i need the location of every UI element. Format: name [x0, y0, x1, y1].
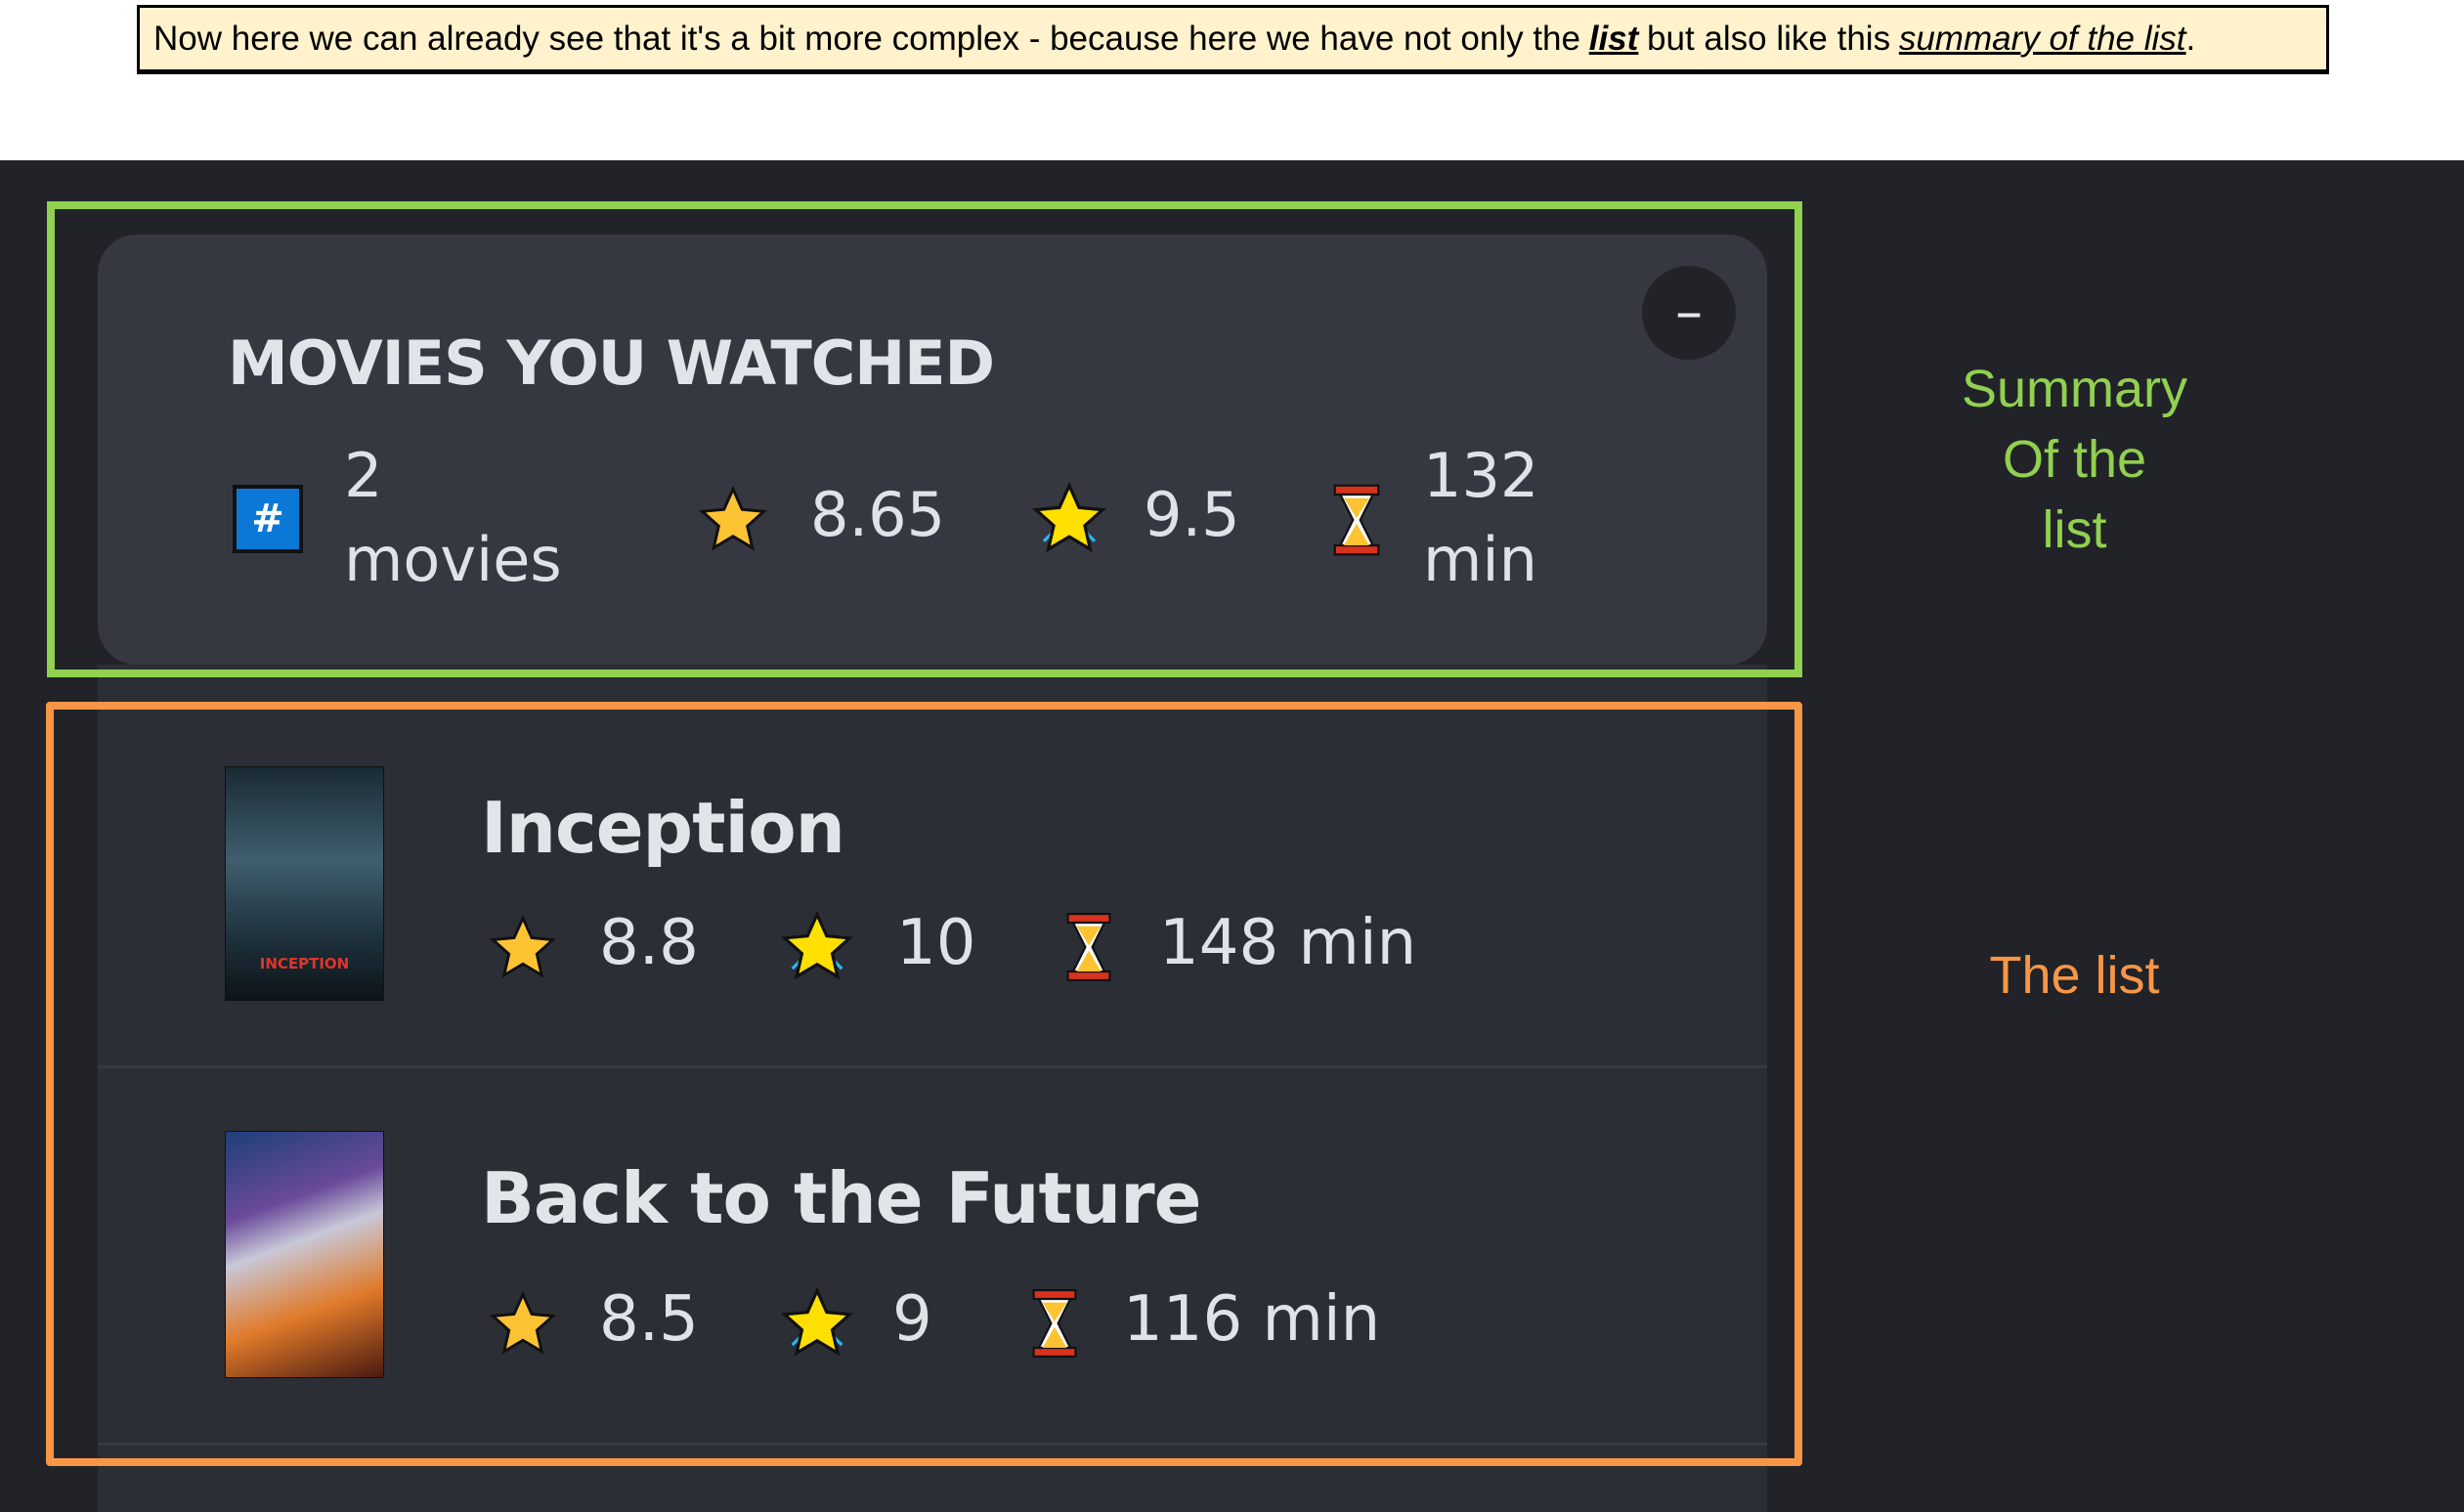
list-highlight-box — [46, 702, 1802, 1466]
list-annotation-label: The list — [1989, 946, 2160, 1005]
caption-text: Now here we can already see that it's a … — [153, 19, 1580, 58]
caption-text: . — [2185, 19, 2196, 58]
caption-summary-phrase: summary of the list — [1898, 19, 2186, 58]
summary-annotation-label: Summary Of the list — [1857, 354, 2292, 565]
caption-text: but also like this — [1647, 19, 1891, 58]
label-line: Of the — [2002, 430, 2147, 489]
summary-highlight-box — [47, 201, 1802, 677]
caption-list-word: list — [1588, 19, 1639, 58]
label-line: Summary — [1961, 360, 2188, 418]
label-line: list — [2042, 500, 2107, 559]
annotation-caption: Now here we can already see that it's a … — [137, 5, 2329, 74]
